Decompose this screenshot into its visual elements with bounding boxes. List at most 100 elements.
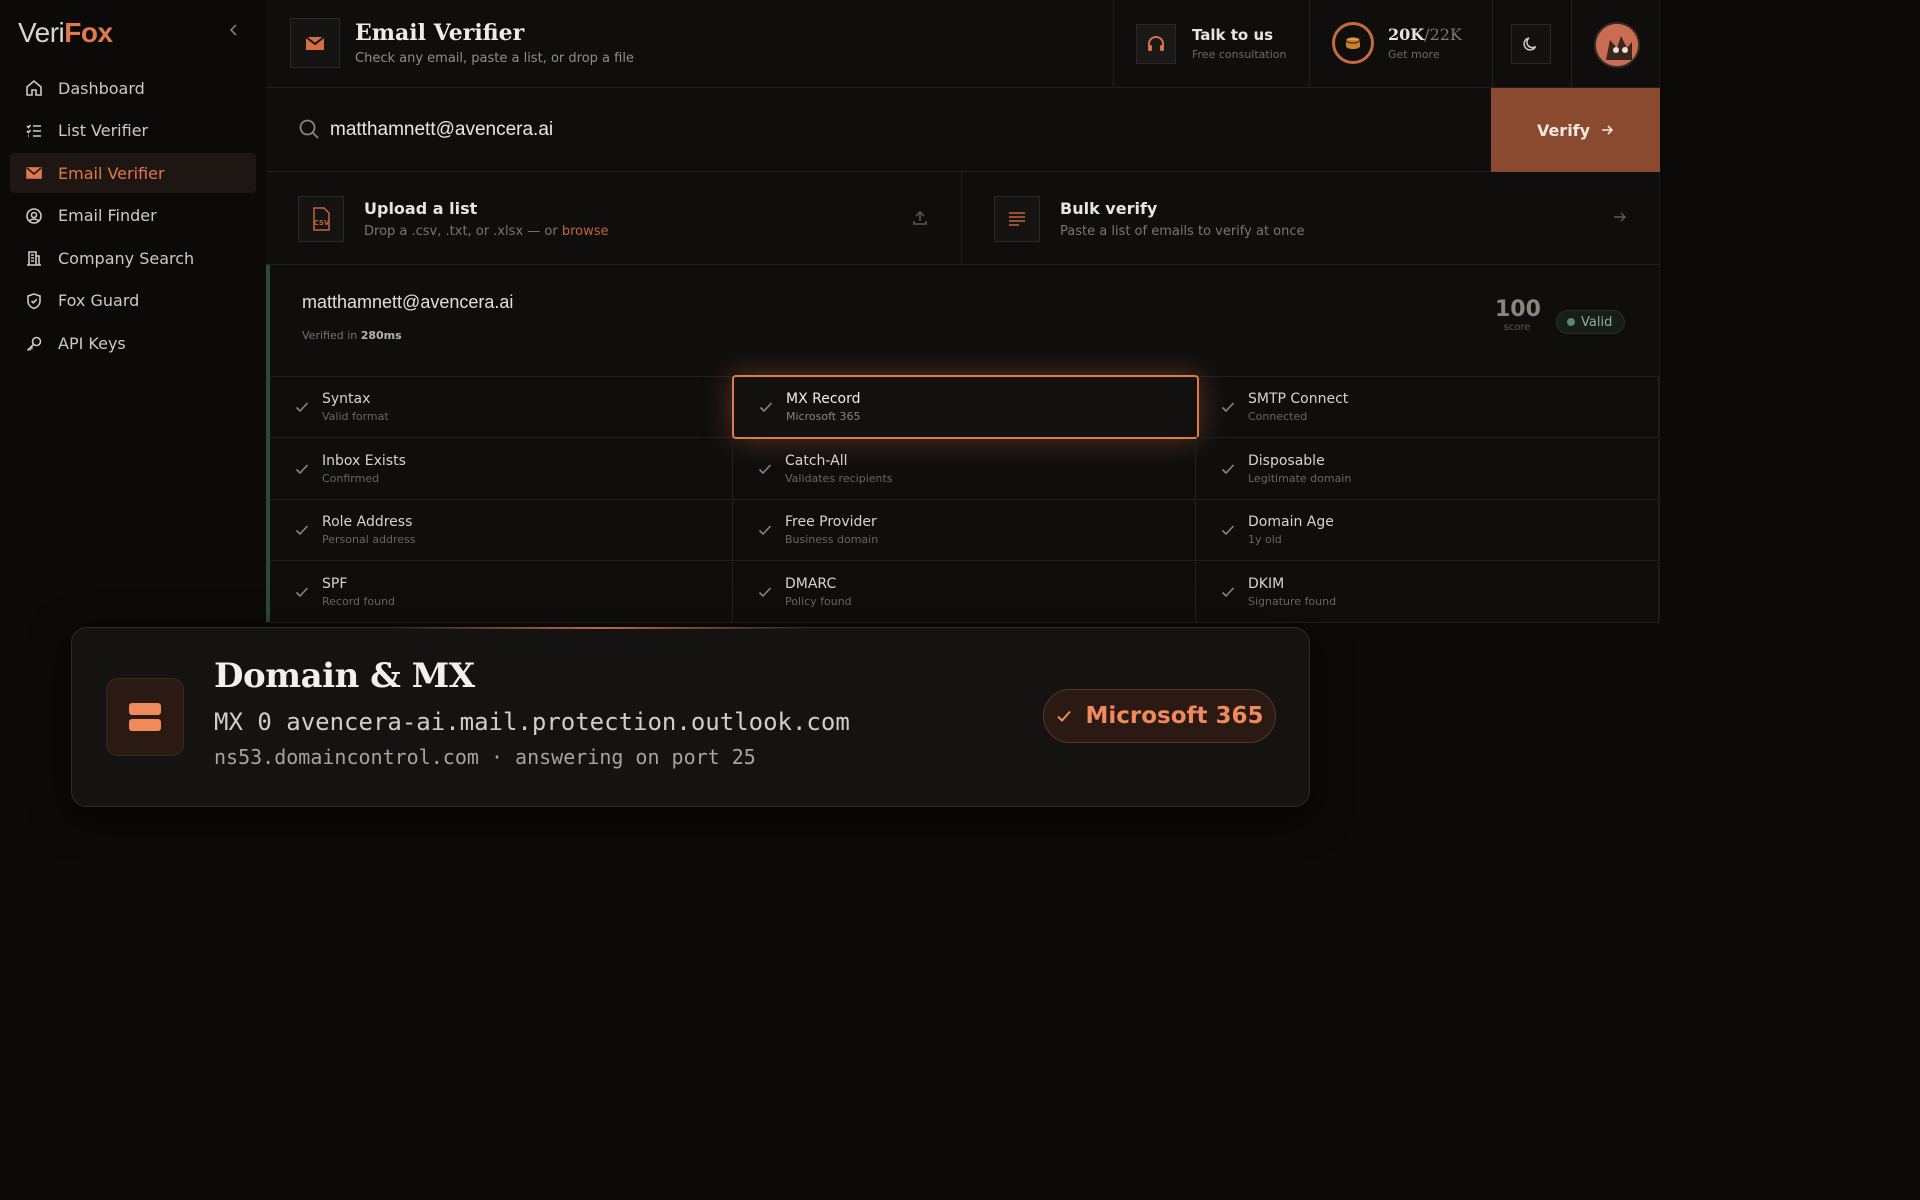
check-disposable[interactable]: Disposable Legitimate domain bbox=[1196, 438, 1659, 500]
check-detail: 1y old bbox=[1248, 533, 1282, 546]
home-icon bbox=[24, 78, 44, 98]
provider-badge: Microsoft 365 bbox=[1043, 689, 1276, 743]
verify-button[interactable]: Verify bbox=[1491, 88, 1660, 172]
main-panel: Email Verifier Check any email, paste a … bbox=[266, 0, 1660, 623]
check-name: Free Provider bbox=[785, 514, 877, 530]
check-syntax[interactable]: Syntax Valid format bbox=[270, 377, 733, 438]
domain-mx-detail-card: Domain & MX MX 0 avencera-ai.mail.protec… bbox=[71, 627, 1310, 807]
sidebar: VeriFox Dashboard List Verifier Email Ve… bbox=[0, 0, 266, 1200]
page-header: Email Verifier Check any email, paste a … bbox=[266, 0, 1660, 88]
result-email: matthamnett@avencera.ai bbox=[302, 292, 514, 312]
credits-total: /22K bbox=[1424, 25, 1462, 44]
score-label: score bbox=[1503, 322, 1531, 333]
check-name: Syntax bbox=[322, 391, 371, 407]
check-name: Domain Age bbox=[1248, 514, 1334, 530]
check-detail: Personal address bbox=[322, 533, 416, 546]
check-smtp-connect[interactable]: SMTP Connect Connected bbox=[1196, 377, 1659, 438]
check-icon bbox=[294, 461, 310, 481]
credits-widget[interactable]: 20K/22K Get more bbox=[1309, 0, 1492, 88]
talk-to-us-button[interactable]: Talk to us Free consultation bbox=[1113, 0, 1309, 88]
check-icon bbox=[757, 461, 773, 481]
theme-toggle-section bbox=[1492, 0, 1571, 88]
check-name: DMARC bbox=[785, 575, 837, 592]
check-name: Role Address bbox=[322, 514, 413, 530]
check-name: MX Record bbox=[786, 391, 861, 407]
checks-grid: Syntax Valid format MX Record Microsoft 365… bbox=[270, 375, 1660, 623]
verify-label: Verify bbox=[1536, 120, 1591, 140]
collapse-sidebar-icon[interactable] bbox=[226, 22, 242, 38]
check-icon bbox=[1220, 584, 1236, 604]
mail-icon bbox=[290, 18, 340, 68]
check-icon bbox=[1220, 522, 1236, 542]
check-icon bbox=[757, 522, 773, 542]
verified-duration: 280ms bbox=[360, 329, 402, 342]
get-more-link[interactable]: Get more bbox=[1388, 48, 1440, 61]
page-title: Email Verifier bbox=[355, 20, 525, 46]
check-detail: Valid format bbox=[322, 410, 389, 423]
sidebar-item-dashboard[interactable]: Dashboard bbox=[10, 68, 256, 108]
check-role-address[interactable]: Role Address Personal address bbox=[270, 500, 733, 561]
check-detail: Microsoft 365 bbox=[786, 410, 861, 423]
check-icon bbox=[1057, 710, 1072, 722]
search-bar: Verify bbox=[266, 88, 1660, 172]
sidebar-item-company-search[interactable]: Company Search bbox=[10, 238, 256, 278]
upload-subtitle: Drop a .csv, .txt, or .xlsx — or browse bbox=[364, 224, 609, 239]
logo-veri: Veri bbox=[18, 17, 65, 48]
check-name: DKIM bbox=[1248, 575, 1285, 592]
arrow-right-icon bbox=[1612, 209, 1628, 229]
avatar[interactable] bbox=[1594, 22, 1640, 68]
search-icon bbox=[298, 118, 320, 144]
check-dmarc[interactable]: DMARC Policy found bbox=[733, 561, 1196, 623]
check-icon bbox=[294, 399, 310, 419]
verification-result: matthamnett@avencera.ai Verified in 280m… bbox=[266, 265, 1660, 623]
sidebar-item-email-finder[interactable]: Email Finder bbox=[10, 196, 256, 236]
check-icon bbox=[294, 584, 310, 604]
logo-fox: Fox bbox=[64, 17, 113, 48]
check-free-provider[interactable]: Free Provider Business domain bbox=[733, 500, 1196, 561]
check-inbox-exists[interactable]: Inbox Exists Confirmed bbox=[270, 438, 733, 500]
check-name: Catch-All bbox=[785, 452, 848, 469]
upload-title: Upload a list bbox=[364, 199, 478, 218]
sidebar-item-label: Fox Guard bbox=[58, 291, 140, 311]
check-detail: Signature found bbox=[1248, 594, 1337, 608]
app-logo[interactable]: VeriFox bbox=[18, 16, 113, 49]
sidebar-item-list-verifier[interactable]: List Verifier bbox=[10, 111, 256, 151]
check-dkim[interactable]: DKIM Signature found bbox=[1196, 561, 1659, 623]
check-detail: Policy found bbox=[785, 594, 852, 608]
bulk-verify-card[interactable]: Bulk verify Paste a list of emails to ve… bbox=[962, 172, 1660, 265]
talk-title: Talk to us bbox=[1192, 26, 1274, 44]
sidebar-item-label: List Verifier bbox=[58, 121, 149, 141]
upload-list-card[interactable]: CSV Upload a list Drop a .csv, .txt, or … bbox=[266, 172, 962, 265]
score-display: 100 score bbox=[1495, 297, 1541, 333]
sidebar-item-fox-guard[interactable]: Fox Guard bbox=[10, 281, 256, 321]
card-glow bbox=[392, 627, 812, 629]
check-name: SPF bbox=[322, 575, 348, 592]
building-icon bbox=[24, 248, 44, 268]
theme-toggle-button[interactable] bbox=[1511, 24, 1551, 64]
check-name: SMTP Connect bbox=[1248, 391, 1349, 407]
list-icon bbox=[24, 121, 44, 141]
check-catch-all[interactable]: Catch-All Validates recipients bbox=[733, 438, 1196, 500]
actions-row: CSV Upload a list Drop a .csv, .txt, or … bbox=[266, 172, 1660, 265]
talk-subtitle: Free consultation bbox=[1192, 48, 1287, 61]
browse-link[interactable]: browse bbox=[562, 224, 609, 239]
moon-icon bbox=[1523, 37, 1537, 51]
check-spf[interactable]: SPF Record found bbox=[270, 561, 733, 623]
status-dot-icon bbox=[1567, 318, 1575, 326]
sidebar-nav: Dashboard List Verifier Email Verifier E… bbox=[10, 68, 256, 366]
check-icon bbox=[758, 399, 774, 419]
upload-hint: Drop a .csv, .txt, or .xlsx — or bbox=[364, 224, 562, 239]
server-icon bbox=[106, 678, 184, 756]
check-icon bbox=[1220, 399, 1236, 419]
sidebar-item-api-keys[interactable]: API Keys bbox=[10, 324, 256, 364]
check-detail: Validates recipients bbox=[785, 471, 893, 485]
user-menu bbox=[1571, 0, 1660, 88]
check-detail: Record found bbox=[322, 594, 396, 608]
check-mx-record[interactable]: MX Record Microsoft 365 bbox=[732, 375, 1199, 439]
email-input[interactable] bbox=[330, 110, 1330, 150]
check-domain-age[interactable]: Domain Age 1y old bbox=[1196, 500, 1659, 561]
verified-time: Verified in 280ms bbox=[302, 329, 402, 342]
arrow-right-icon bbox=[1602, 125, 1614, 135]
card-title: Domain & MX bbox=[214, 656, 475, 696]
sidebar-item-email-verifier[interactable]: Email Verifier bbox=[10, 153, 256, 194]
